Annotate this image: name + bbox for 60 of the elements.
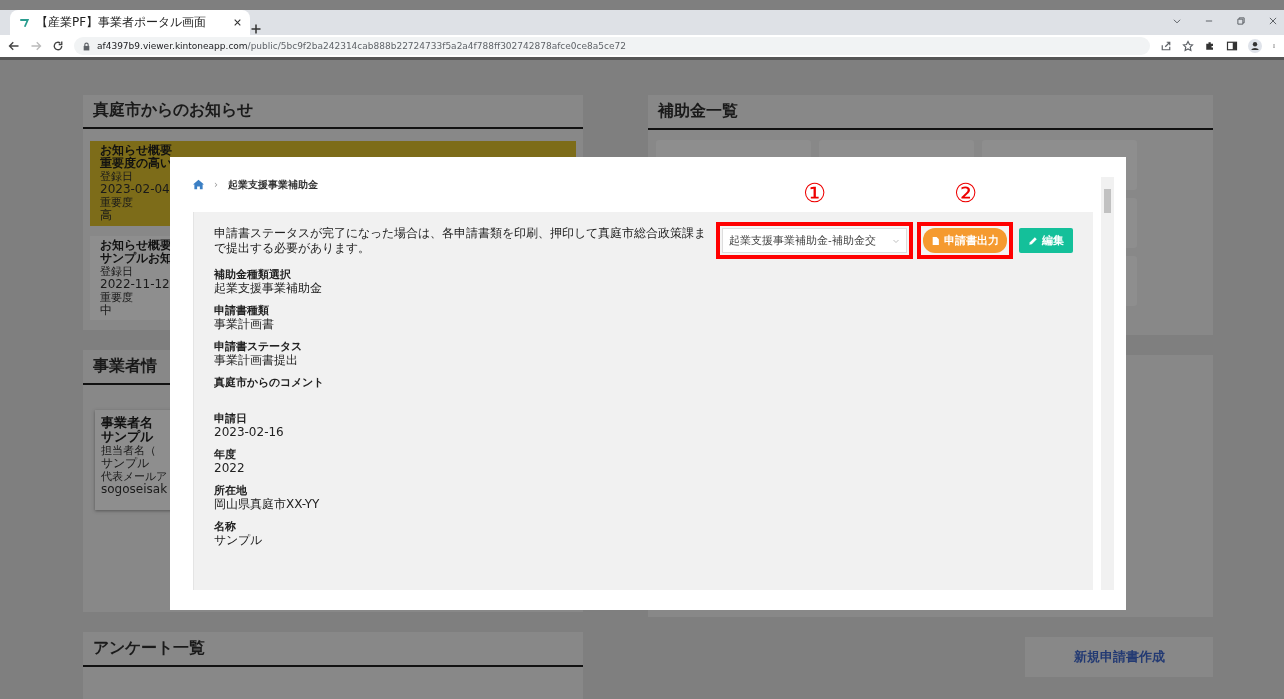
reload-icon[interactable] xyxy=(52,40,64,52)
field-value: サンプル xyxy=(214,533,262,547)
field-label: 重要度 xyxy=(100,197,133,209)
field-label: 担当者名（ xyxy=(101,445,156,457)
field-label: 名称 xyxy=(214,520,236,533)
field-value: 2022-11-12 xyxy=(100,277,170,291)
field-value: 2022 xyxy=(214,461,245,475)
field-label: 申請書種類 xyxy=(214,304,269,317)
field-value: sogoseisak xyxy=(101,483,168,496)
address-bar[interactable]: af4397b9.viewer.kintoneapp.com/public/5bc9f2ba242314cab888b22724733f5a2a4f788ff302742878afce0ce8a5ce72 xyxy=(74,37,1150,55)
panel-title: アンケート一覧 xyxy=(83,632,583,667)
notice-summary: お知らせ概要 xyxy=(100,144,172,157)
chevron-down-icon[interactable] xyxy=(1172,16,1182,26)
annotation-number: ② xyxy=(952,178,978,208)
field-label: 登録日 xyxy=(100,171,133,183)
field-label: 登録日 xyxy=(100,265,133,278)
field-value: 中 xyxy=(100,303,112,317)
field-value: 岡山県真庭市XX-YY xyxy=(214,497,320,511)
restore-icon[interactable] xyxy=(1236,16,1246,26)
annotation-number: ① xyxy=(802,178,827,208)
field-label: 事業者名 xyxy=(101,416,153,430)
field-value: 事業計画書提出 xyxy=(214,353,298,367)
panel-title: 真庭市からのお知らせ xyxy=(83,95,583,129)
breadcrumb-separator: › xyxy=(214,179,218,190)
sidebar-icon[interactable] xyxy=(1226,40,1238,52)
business-name: サンプル xyxy=(101,430,153,444)
puzzle-icon[interactable] xyxy=(1204,40,1216,52)
tab-title: 【産業PF】事業者ポータル画面 xyxy=(36,14,208,31)
lock-icon xyxy=(82,41,91,51)
form-select[interactable]: 起業支援事業補助金-補助金交 xyxy=(722,228,907,253)
document-icon xyxy=(931,235,940,246)
panel-title: 補助金一覧 xyxy=(648,95,1213,130)
url-text: af4397b9.viewer.kintoneapp.com/public/5bc9f2ba242314cab888b22724733f5a2a4f788ff302742878afce0ce8a5ce72 xyxy=(97,41,626,51)
back-icon[interactable] xyxy=(8,40,20,52)
new-tab-icon[interactable] xyxy=(250,23,262,35)
field-label: 補助金種類選択 xyxy=(214,268,291,281)
field-value: 事業計画書 xyxy=(214,317,274,331)
scrollbar[interactable] xyxy=(1101,177,1114,590)
site-logo-icon xyxy=(18,16,30,29)
field-label: 所在地 xyxy=(214,484,247,497)
browser-tab[interactable]: 【産業PF】事業者ポータル画面 xyxy=(10,10,250,35)
pencil-icon xyxy=(1028,235,1038,246)
notice-summary: お知らせ概要 xyxy=(100,238,172,252)
field-label: 代表メールア xyxy=(101,471,167,483)
notice-text: 申請書ステータスが完了になった場合は、各申請書類を印刷、押印して真庭市総合政策課まで提出する必要があります。 xyxy=(214,225,707,256)
close-icon[interactable] xyxy=(233,18,242,27)
field-value: 2023-02-04 xyxy=(100,183,170,196)
field-label: 年度 xyxy=(214,448,236,461)
field-label: 重要度 xyxy=(100,291,133,304)
field-label: 申請書ステータス xyxy=(214,340,302,353)
profile-icon[interactable] xyxy=(1248,39,1262,53)
home-icon[interactable] xyxy=(193,179,204,190)
breadcrumb-current: 起業支援事業補助金 xyxy=(228,177,318,192)
share-icon[interactable] xyxy=(1160,40,1172,52)
field-value: 起業支援事業補助金 xyxy=(214,281,322,295)
field-value: 2023-02-16 xyxy=(214,425,284,439)
field-value: 高 xyxy=(100,209,112,222)
field-label: 申請日 xyxy=(214,412,247,425)
star-icon[interactable] xyxy=(1182,40,1194,52)
field-value: サンプル xyxy=(101,457,149,470)
